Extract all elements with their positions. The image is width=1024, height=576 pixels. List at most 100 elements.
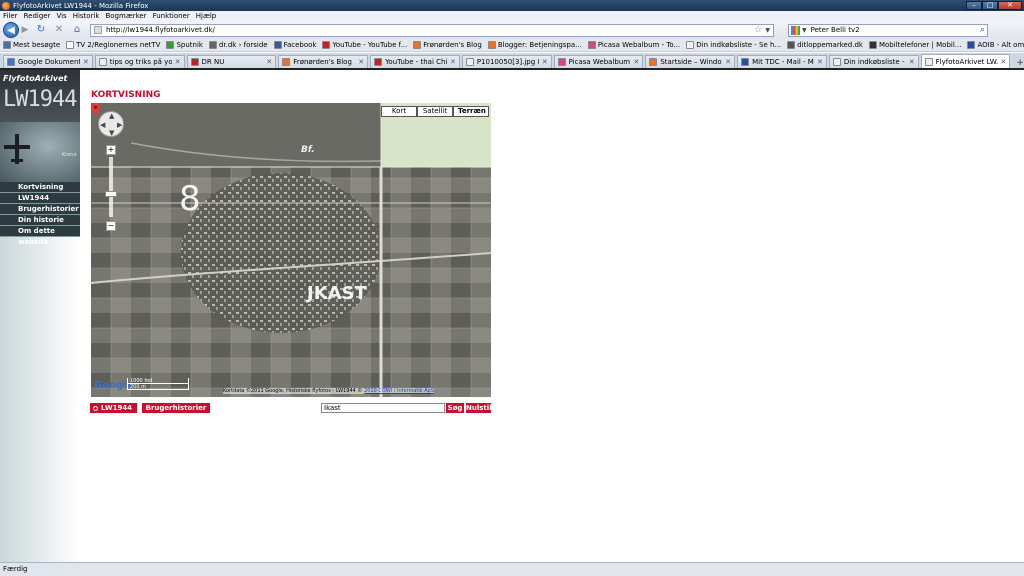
map-marker-icon[interactable] bbox=[91, 103, 100, 116]
tab-close-icon[interactable]: ✕ bbox=[817, 58, 823, 66]
address-bar[interactable]: http://lw1944.flyfotoarkivet.dk/ ☆ ▼ bbox=[90, 23, 774, 37]
pan-right-icon[interactable]: ▶ bbox=[117, 121, 122, 129]
map-type-satellit[interactable]: Satellit bbox=[417, 106, 453, 117]
browser-tab[interactable]: Mit TDC - Mail - Ma...✕ bbox=[737, 55, 827, 68]
browser-tab[interactable]: YouTube - thai Chi ✕ bbox=[370, 55, 460, 68]
pan-up-icon[interactable]: ▲ bbox=[109, 112, 114, 120]
zoom-out-button[interactable]: − bbox=[106, 221, 116, 231]
bookmark-item[interactable]: Picasa Webalbum - To... bbox=[587, 41, 680, 49]
browser-tab[interactable]: DR NU ✕ bbox=[186, 55, 277, 68]
pan-down-icon[interactable]: ▼ bbox=[109, 129, 114, 137]
zoom-slider-track[interactable] bbox=[109, 157, 113, 217]
menu-filer[interactable]: Filer bbox=[3, 12, 18, 20]
sidebar-item-om-website[interactable]: Om dette website bbox=[0, 226, 80, 246]
site-logo[interactable]: FlyfotoArkivet LW1944 bbox=[0, 70, 80, 122]
browser-tab[interactable]: tips og triks på yout...✕ bbox=[94, 55, 185, 68]
magnifier-icon[interactable]: ⌕ bbox=[980, 25, 985, 35]
bookmark-item[interactable]: ditloppemarked.dk bbox=[787, 41, 863, 49]
bookmark-item[interactable]: dr.dk › forside bbox=[208, 41, 268, 49]
bookmark-item[interactable]: Facebook bbox=[273, 41, 316, 49]
bookmark-item[interactable]: Mest besøgte bbox=[3, 41, 60, 49]
sidebar-item-din-historie[interactable]: Din historie bbox=[0, 215, 80, 226]
page-title: KORTVISNING bbox=[91, 90, 161, 100]
back-button[interactable]: ◀ bbox=[3, 22, 19, 38]
sidebar-item-lw1944[interactable]: LW1944 bbox=[0, 193, 80, 204]
google-engine-icon[interactable] bbox=[791, 25, 800, 35]
bookmark-label: TV 2/Regionernes netTV bbox=[76, 41, 161, 49]
site-identity-icon[interactable] bbox=[94, 26, 102, 34]
tab-close-icon[interactable]: ✕ bbox=[266, 58, 272, 66]
maximize-button[interactable]: □ bbox=[982, 0, 998, 10]
tab-close-icon[interactable]: ✕ bbox=[542, 58, 548, 66]
tab-close-icon[interactable]: ✕ bbox=[633, 58, 639, 66]
home-button[interactable]: ⌂ bbox=[70, 23, 84, 37]
tab-favicon-icon bbox=[7, 58, 15, 66]
tab-label: YouTube - thai Chi bbox=[385, 58, 447, 66]
forward-button[interactable]: ▶ bbox=[20, 24, 30, 36]
map-type-kort[interactable]: Kort bbox=[381, 106, 417, 117]
tab-close-icon[interactable]: ✕ bbox=[175, 58, 181, 66]
sidebar-item-kortvisning[interactable]: Kortvisning bbox=[0, 182, 80, 193]
bookmark-label: Frønørden's Blog bbox=[423, 41, 482, 49]
search-button[interactable]: Søg bbox=[446, 403, 464, 413]
menu-funktioner[interactable]: Funktioner bbox=[153, 12, 190, 20]
browser-tab[interactable]: Google Dokumenter...✕ bbox=[3, 55, 93, 68]
sidebar-item-brugerhistorier[interactable]: Brugerhistorier bbox=[0, 204, 80, 215]
zoom-slider-handle[interactable] bbox=[105, 191, 117, 197]
browser-tab[interactable]: Frønørden's Blog ✕ bbox=[278, 55, 369, 68]
browser-tab[interactable]: FlyfotoArkivet LW... ✕ bbox=[920, 54, 1011, 68]
menu-historik[interactable]: Historik bbox=[73, 12, 100, 20]
browser-tab[interactable]: Picasa Webalbum - ...✕ bbox=[553, 55, 644, 68]
browser-tab[interactable]: Din indkøbsliste - Se...✕ bbox=[828, 55, 919, 68]
search-input[interactable]: Peter Belli tv2 bbox=[811, 26, 980, 34]
tab-close-icon[interactable]: ✕ bbox=[358, 58, 364, 66]
stop-button[interactable]: ✕ bbox=[52, 23, 66, 37]
bookmark-item[interactable]: Blogger: Betjeningspa... bbox=[487, 41, 582, 49]
reload-button[interactable]: ↻ bbox=[34, 23, 48, 37]
menu-hjaelp[interactable]: Hjælp bbox=[196, 12, 216, 20]
browser-tab[interactable]: P1010050[3].jpg (im...✕ bbox=[461, 55, 552, 68]
menu-rediger[interactable]: Rediger bbox=[24, 12, 51, 20]
reset-button[interactable]: Nulstil bbox=[466, 403, 492, 413]
engine-dropdown-icon[interactable]: ▼ bbox=[802, 27, 807, 34]
bookmark-favicon-icon bbox=[967, 41, 976, 49]
bookmarks-toolbar: Mest besøgte TV 2/Regionernes netTV Sputni… bbox=[0, 39, 1024, 52]
minimize-button[interactable]: – bbox=[966, 0, 982, 10]
zoom-in-button[interactable]: + bbox=[106, 145, 116, 155]
pan-left-icon[interactable]: ◀ bbox=[100, 121, 105, 129]
bookmark-item[interactable]: Sputnik bbox=[166, 41, 203, 49]
bookmark-item[interactable]: AOIB - Alt om Ikast Br... bbox=[967, 41, 1024, 49]
url-text[interactable]: http://lw1944.flyfotoarkivet.dk/ bbox=[106, 26, 754, 34]
copyright-link[interactable]: 2010 COWI / Informatik ApS bbox=[364, 388, 434, 394]
brugerhistorier-button[interactable]: Brugerhistorier bbox=[142, 403, 210, 413]
tab-favicon-icon bbox=[282, 58, 291, 66]
bookmark-star-icon[interactable]: ☆ bbox=[754, 25, 762, 35]
pan-control[interactable]: ▲ ▼ ◀ ▶ bbox=[98, 111, 124, 137]
url-dropdown-icon[interactable]: ▼ bbox=[765, 27, 770, 34]
menu-bogmaerker[interactable]: Bogmærker bbox=[105, 12, 146, 20]
tab-label: Din indkøbsliste - Se... bbox=[843, 58, 906, 66]
bookmark-favicon-icon bbox=[787, 41, 796, 49]
tab-close-icon[interactable]: ✕ bbox=[909, 58, 915, 66]
menu-vis[interactable]: Vis bbox=[56, 12, 66, 20]
map-type-terraen[interactable]: Terræn bbox=[453, 106, 489, 117]
lw1944-toggle-button[interactable]: LW1944 bbox=[90, 403, 137, 413]
bookmark-item[interactable]: Frønørden's Blog bbox=[413, 41, 482, 49]
bookmark-item[interactable]: Mobiltelefoner | Mobil... bbox=[868, 41, 961, 49]
search-bar[interactable]: ▼ Peter Belli tv2 ⌕ bbox=[788, 23, 988, 37]
tab-close-icon[interactable]: ✕ bbox=[725, 58, 731, 66]
window-title: FlyfotoArkivet LW1944 - Mozilla Firefox bbox=[13, 1, 149, 10]
map-view[interactable]: Kort Satellit Terræn ▲ ▼ ◀ ▶ + − Bf. 8 J… bbox=[91, 103, 491, 397]
bookmark-label: ditloppemarked.dk bbox=[797, 41, 863, 49]
close-button[interactable]: ✕ bbox=[998, 0, 1022, 10]
bookmark-item[interactable]: Din indkøbsliste - Se h... bbox=[686, 41, 781, 49]
tab-close-icon[interactable]: ✕ bbox=[1001, 58, 1007, 66]
tab-close-icon[interactable]: ✕ bbox=[450, 58, 456, 66]
new-tab-icon[interactable]: + bbox=[1016, 58, 1024, 68]
tab-close-icon[interactable]: ✕ bbox=[83, 58, 89, 66]
tab-label: Google Dokumenter... bbox=[18, 58, 80, 66]
bookmark-item[interactable]: TV 2/Regionernes netTV bbox=[66, 41, 160, 49]
bookmark-item[interactable]: YouTube - YouTube f... bbox=[322, 41, 407, 49]
place-search-input[interactable] bbox=[321, 403, 445, 413]
browser-tab[interactable]: Startside – Windows...✕ bbox=[645, 55, 736, 68]
